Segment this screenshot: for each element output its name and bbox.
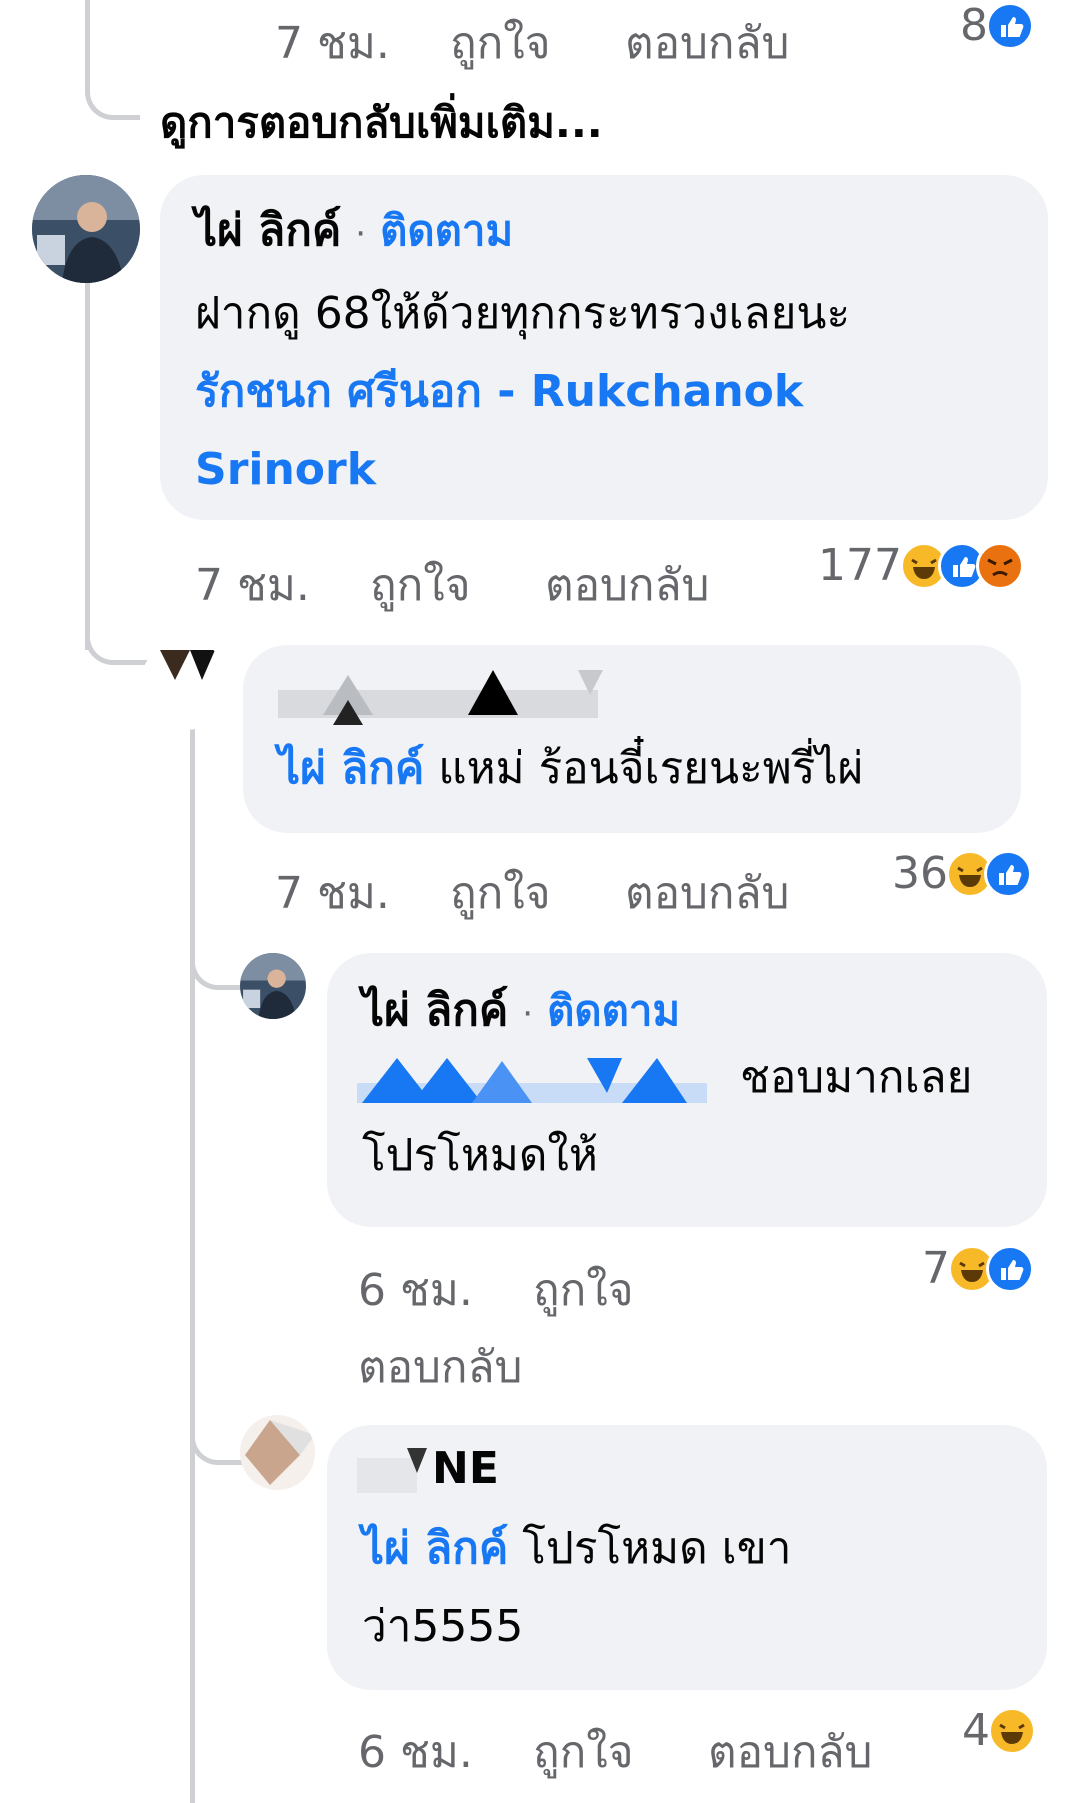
thread-elbow-see-more (85, 40, 140, 120)
mention-link-continued[interactable]: Srinork (195, 431, 1025, 509)
redacted-author-name (278, 655, 628, 725)
avatar[interactable] (240, 1415, 315, 1490)
avatar[interactable] (140, 640, 230, 730)
like-button[interactable]: ถูกใจ (450, 858, 551, 928)
reply-header: NE (357, 1443, 557, 1503)
like-reaction-icon (986, 1, 1034, 50)
reply-button[interactable]: ตอบกลับ (358, 1332, 522, 1402)
comment-time: 7 ชม. (195, 560, 310, 611)
top-reply-reply-button[interactable]: ตอบกลับ (625, 8, 789, 78)
top-reply-like-button[interactable]: ถูกใจ (450, 8, 551, 78)
separator-dot: · (355, 214, 367, 254)
follow-button[interactable]: ติดตาม (380, 206, 513, 255)
reply-bubble: ไผ่ ลิกค์ แหม่ ร้อนจี๋เรยนะพรี่ไผ่ (243, 645, 1021, 833)
reply-button[interactable]: ตอบกลับ (625, 858, 789, 928)
comment-bubble: ไผ่ ลิกค์ · ติดตาม ฝากดู 68ให้ด้วยทุกกระ… (160, 175, 1048, 520)
redacted-author-prefix (357, 1448, 427, 1493)
comment-actions: 7 ชม. ถูกใจ ตอบกลับ (195, 550, 755, 611)
like-button[interactable]: ถูกใจ (370, 550, 471, 620)
reply-bubble: ไผ่ ลิกค์ · ติดตาม ชอบมากเลย โปรโหมดให้ (327, 953, 1047, 1227)
follow-button[interactable]: ติดตาม (547, 986, 680, 1035)
like-button[interactable]: ถูกใจ (533, 1255, 634, 1325)
top-reply-time: 7 ชม. (275, 18, 390, 69)
thread-line-replies (190, 700, 195, 1803)
mention-link[interactable]: รักชนก ศรีนอก - Rukchanok (195, 353, 1025, 431)
avatar[interactable] (32, 175, 140, 283)
comment-author-name[interactable]: ไผ่ ลิกค์ (195, 205, 341, 256)
reply-author-name[interactable]: ไผ่ ลิกค์ (362, 985, 508, 1036)
thread-elbow-reply2 (190, 930, 245, 990)
reply-time: 6 ชม. (358, 1265, 473, 1316)
reply-actions: 6 ชม. ถูกใจ ตอบกลับ (358, 1717, 918, 1778)
reply-reactions[interactable]: 36 (892, 848, 1032, 899)
reply-text: ไผ่ ลิกค์ โปรโหมด เขา ว่า5555 (362, 1510, 1012, 1666)
angry-reaction-icon (975, 541, 1024, 590)
comment-body-line: ฝากดู 68ให้ด้วยทุกกระทรวงเลยนะ (195, 288, 851, 339)
reply-body-line: โปรโหมดให้ (362, 1130, 598, 1181)
reply-actions: 6 ชม. ถูกใจ ตอบกลับ (358, 1255, 778, 1405)
reply-author-name[interactable]: NE (432, 1443, 499, 1494)
like-button[interactable]: ถูกใจ (533, 1717, 634, 1787)
top-reply-reactions[interactable]: 8 (960, 0, 1034, 51)
reply-body-line: โปรโหมด เขา (522, 1523, 792, 1574)
comment-header: ไผ่ ลิกค์ · ติดตาม (195, 195, 513, 265)
reply-body-line: ว่า5555 (362, 1601, 524, 1652)
reply-button[interactable]: ตอบกลับ (708, 1717, 872, 1787)
reply-reactions[interactable]: 4 (962, 1705, 1036, 1756)
reaction-count: 7 (922, 1243, 950, 1294)
like-reaction-icon (986, 1244, 1034, 1293)
reply-time: 6 ชม. (358, 1727, 473, 1778)
comment-reactions[interactable]: 177 (818, 540, 1024, 591)
reaction-count: 177 (818, 540, 902, 591)
reaction-count: 4 (962, 1705, 990, 1756)
reply-button[interactable]: ตอบกลับ (545, 550, 709, 620)
haha-reaction-icon (988, 1706, 1036, 1755)
top-reply-actions: 7 ชม. ถูกใจ ตอบกลับ (275, 8, 835, 69)
reply-time: 7 ชม. (275, 868, 390, 919)
reply-body: แหม่ ร้อนจี๋เรยนะพรี่ไผ่ (438, 743, 864, 794)
mention-link[interactable]: ไผ่ ลิกค์ (362, 1523, 508, 1574)
thread-elbow-reply3 (190, 1390, 245, 1465)
avatar[interactable] (240, 953, 306, 1019)
like-reaction-icon (984, 849, 1032, 898)
reply-reactions[interactable]: 7 (922, 1243, 1034, 1294)
comment-text: ฝากดู 68ให้ด้วยทุกกระทรวงเลยนะ รักชนก ศร… (195, 275, 1025, 509)
mention-link[interactable]: ไผ่ ลิกค์ (278, 743, 424, 794)
reaction-count: 36 (892, 848, 948, 899)
see-more-replies-link[interactable]: ดูการตอบกลับเพิ่มเติม... (160, 90, 603, 156)
reply-actions: 7 ชม. ถูกใจ ตอบกลับ (275, 858, 835, 919)
separator-dot: · (522, 994, 534, 1034)
top-reply-reaction-count: 8 (960, 0, 988, 51)
reply-body-line: ชอบมากเลย (740, 1052, 973, 1103)
reply-text: ไผ่ ลิกค์ แหม่ ร้อนจี๋เรยนะพรี่ไผ่ (278, 730, 998, 808)
reply-text: ชอบมากเลย โปรโหมดให้ (362, 1039, 1012, 1195)
reply-bubble: NE ไผ่ ลิกค์ โปรโหมด เขา ว่า5555 (327, 1425, 1047, 1690)
thread-line-comment1 (85, 270, 90, 650)
reply-header: ไผ่ ลิกค์ · ติดตาม (362, 975, 680, 1045)
